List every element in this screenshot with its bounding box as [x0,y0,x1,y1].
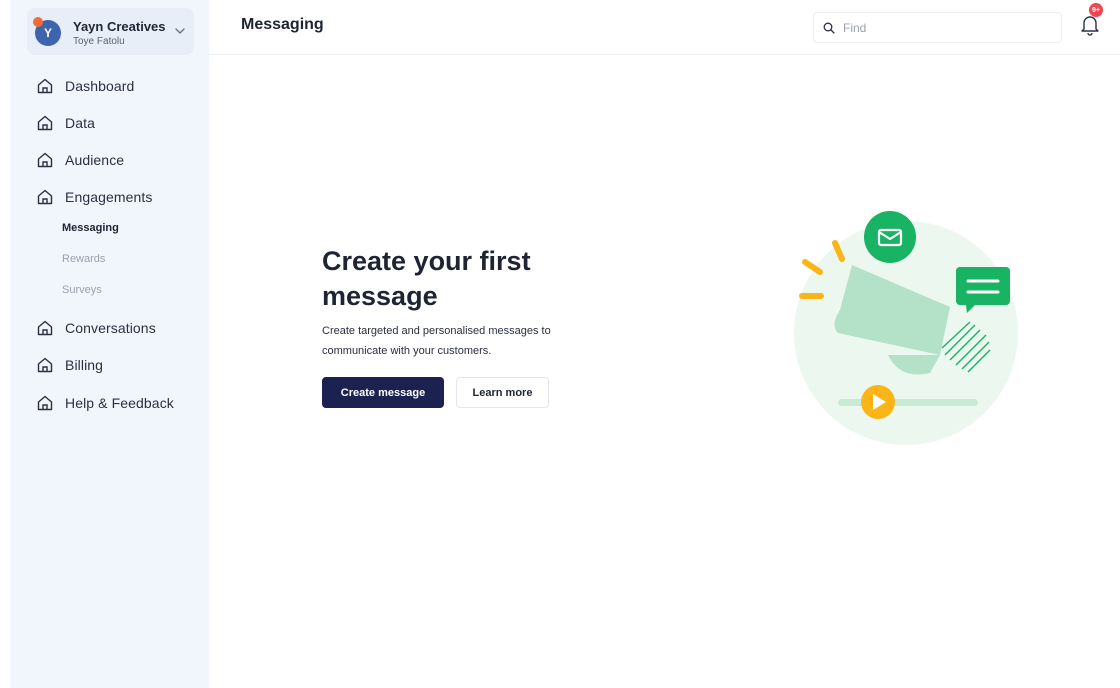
sidebar-item-label: Audience [65,152,125,168]
search-box[interactable] [813,12,1062,43]
workspace-name: Yayn Creatives [73,19,166,34]
home-icon [36,356,54,374]
notification-badge: 9+ [1089,3,1103,17]
sidebar-item-label: Conversations [65,320,156,336]
create-message-button[interactable]: Create message [322,377,444,408]
sidebar-item-audience[interactable]: Audience [36,149,124,171]
avatar-status-dot [33,17,43,27]
home-icon [36,77,54,95]
sidebar-subitem-messaging[interactable]: Messaging [62,222,119,240]
sidebar-item-label: Engagements [65,189,153,205]
home-icon [36,188,54,206]
learn-more-button[interactable]: Learn more [456,377,549,408]
chevron-down-icon [175,28,185,34]
home-icon [36,394,54,412]
sidebar-item-dashboard[interactable]: Dashboard [36,75,134,97]
sidebar-item-data[interactable]: Data [36,112,95,134]
sidebar-item-label: Data [65,115,95,131]
home-icon [36,151,54,169]
page-title: Messaging [241,16,324,33]
megaphone-illustration [794,211,1018,445]
empty-state-title: Create your first message [322,246,531,311]
sidebar-item-engagements[interactable]: Engagements [36,186,153,208]
search-icon [823,22,835,34]
search-input[interactable] [843,20,1043,35]
sidebar-item-label: Billing [65,357,104,373]
sidebar-subitem-surveys[interactable]: Surveys [62,284,102,302]
home-icon [36,319,54,337]
sidebar-item-label: Help & Feedback [65,395,174,411]
home-icon [36,114,54,132]
sidebar-item-conversations[interactable]: Conversations [36,317,156,339]
empty-state-description: Create targeted and personalised message… [322,325,551,357]
sidebar: Y Yayn Creatives Toye Fatolu Dashboard D… [10,0,209,688]
sidebar-subitem-rewards[interactable]: Rewards [62,253,105,271]
sidebar-item-label: Dashboard [65,78,135,94]
workspace-switcher[interactable]: Y Yayn Creatives Toye Fatolu [27,8,194,55]
sidebar-item-help-feedback[interactable]: Help & Feedback [36,392,174,414]
workspace-user: Toye Fatolu [73,36,125,47]
top-header: Messaging 9+ [209,0,1120,55]
sidebar-item-billing[interactable]: Billing [36,354,103,376]
